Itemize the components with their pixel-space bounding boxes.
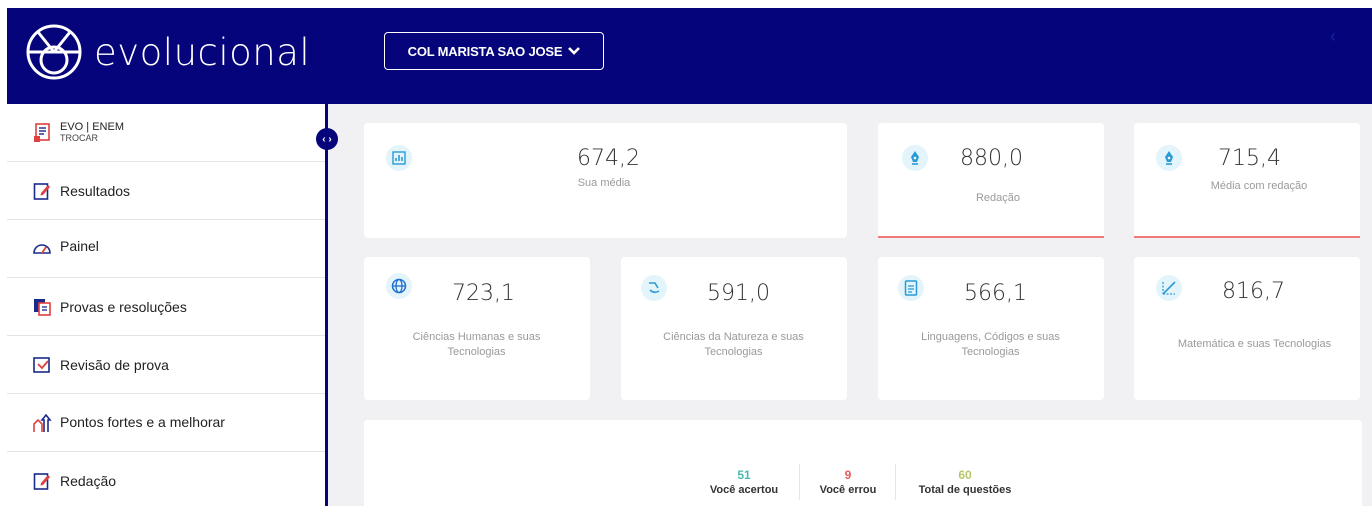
school-selector-label: COL MARISTA SAO JOSE — [407, 43, 563, 59]
stat-divider — [799, 464, 800, 500]
math-icon — [1156, 275, 1182, 301]
average-value: 674,2 — [577, 146, 640, 171]
essay-card: 880,0 Redação — [878, 123, 1104, 238]
sidebar-item-review[interactable]: Revisão de prova — [7, 336, 325, 394]
area-card-humanas: 723,1 Ciências Humanas e suas Tecnologia… — [364, 257, 590, 400]
area-value: 566,1 — [964, 281, 1027, 306]
sidebar-item-strengths[interactable]: Pontos fortes e a melhorar — [7, 394, 325, 452]
area-card-matematica: 816,7 Matemática e suas Tecnologias — [1134, 257, 1360, 400]
review-icon — [32, 355, 52, 375]
wrong-label: Você errou — [819, 484, 877, 496]
pen-icon — [1156, 145, 1182, 171]
area-value: 591,0 — [707, 281, 770, 306]
correct-label: Você acertou — [709, 484, 779, 496]
area-card-natureza: 591,0 Ciências da Natureza e suas Tecnol… — [621, 257, 847, 400]
pen-icon — [902, 145, 928, 171]
collapse-header-icon[interactable]: ‹ — [1330, 26, 1336, 47]
total-stat: 60 Total de questões — [909, 468, 1021, 496]
area-label: Ciências Humanas e suas Tecnologias — [412, 331, 541, 359]
exam-icon — [32, 122, 52, 143]
logo[interactable]: evolucional — [24, 22, 310, 82]
highlight-line — [878, 236, 1104, 238]
highlight-line — [1134, 236, 1360, 238]
sidebar: EVO | ENEM TROCAR Resultados Painel Prov… — [7, 104, 327, 506]
essay-icon — [32, 471, 52, 491]
average-label: Sua média — [577, 177, 631, 189]
area-label: Matemática e suas Tecnologias — [1177, 338, 1332, 350]
sidebar-item-label: Revisão de prova — [60, 356, 169, 373]
area-label: Ciências da Natureza e suas Tecnologias — [663, 331, 804, 359]
chevron-down-icon — [568, 47, 581, 55]
area-value: 816,7 — [1222, 279, 1285, 304]
with-essay-label: Média com redação — [1210, 180, 1308, 192]
area-label: Linguagens, Códigos e suas Tecnologias — [921, 331, 1060, 359]
logo-text: evolucional — [94, 30, 311, 74]
correct-count: 51 — [737, 468, 751, 482]
sidebar-item-label: Pontos fortes e a melhorar — [60, 414, 225, 430]
with-essay-card: 715,4 Média com redação — [1134, 123, 1360, 238]
essay-value: 880,0 — [960, 146, 1023, 171]
sidebar-item-results[interactable]: Resultados — [7, 162, 325, 220]
wrong-count: 9 — [844, 468, 852, 482]
sidebar-item-label: Provas e resoluções — [60, 298, 187, 315]
sidebar-item-label: Painel — [60, 238, 99, 254]
total-label: Total de questões — [918, 484, 1012, 496]
stat-divider — [895, 464, 896, 500]
sidebar-item-label: Resultados — [60, 182, 131, 199]
sidebar-item-essay[interactable]: Redação — [7, 452, 325, 506]
sidebar-item-label: Redação — [60, 473, 117, 489]
results-icon — [32, 181, 52, 201]
strengths-icon — [32, 414, 52, 434]
sidebar-toggle-button[interactable]: ‹ › — [316, 128, 338, 150]
area-value: 723,1 — [452, 281, 515, 306]
exam-change-link[interactable]: TROCAR — [60, 133, 124, 143]
microscope-icon — [641, 275, 667, 301]
with-essay-value: 715,4 — [1218, 146, 1281, 171]
average-card: 674,2 Sua média — [364, 123, 847, 238]
logo-mark-icon — [26, 24, 82, 80]
answers-summary-card: 51 Você acertou 9 Você errou 60 Total de… — [364, 420, 1362, 506]
globe-icon — [386, 273, 412, 299]
sidebar-item-panel[interactable]: Painel — [7, 220, 325, 278]
sidebar-item-exam[interactable]: EVO | ENEM TROCAR — [7, 104, 325, 162]
sidebar-item-tests[interactable]: Provas e resoluções — [7, 278, 325, 336]
wrong-stat: 9 Você errou — [812, 468, 884, 496]
gauge-icon — [32, 238, 52, 258]
exam-title: EVO | ENEM — [60, 120, 124, 133]
correct-stat: 51 Você acertou — [704, 468, 784, 496]
document-icon — [898, 275, 924, 301]
top-bar: evolucional COL MARISTA SAO JOSE — [7, 8, 1372, 104]
chart-icon — [386, 145, 412, 171]
essay-label: Redação — [975, 192, 1021, 204]
area-card-linguagens: 566,1 Linguagens, Códigos e suas Tecnolo… — [878, 257, 1104, 400]
tests-icon — [32, 297, 52, 317]
school-selector-button[interactable]: COL MARISTA SAO JOSE — [384, 32, 604, 70]
total-count: 60 — [958, 468, 972, 482]
